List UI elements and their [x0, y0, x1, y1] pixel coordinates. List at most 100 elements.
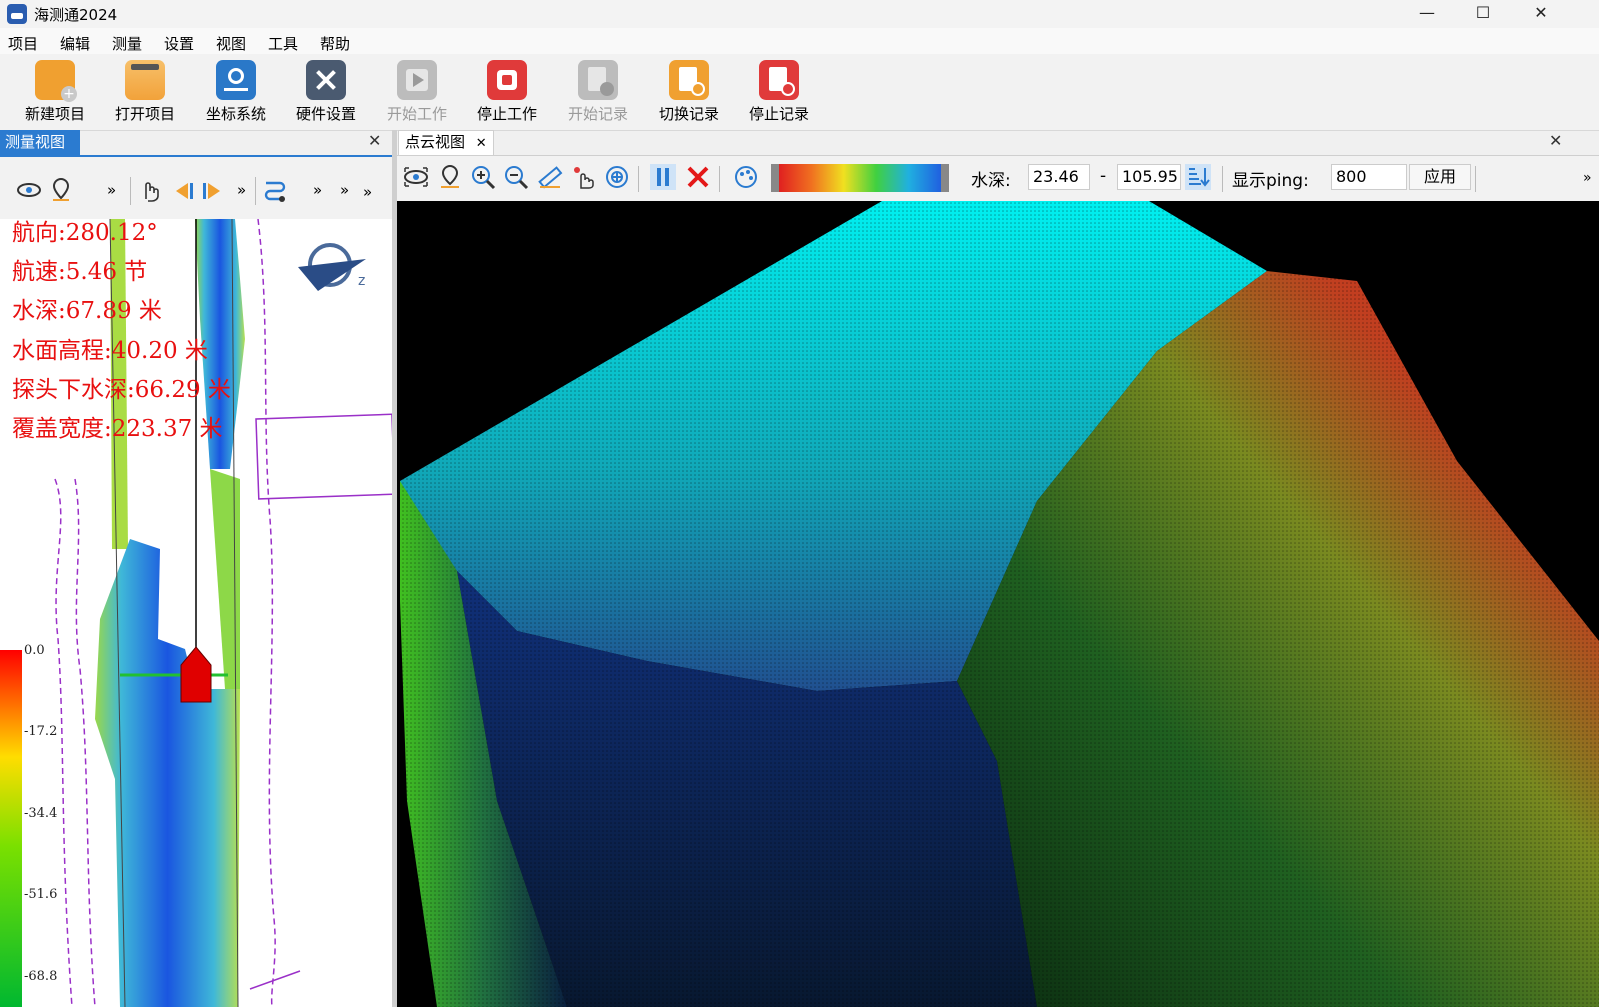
- speed-readout: 航速:5.46 节: [12, 259, 148, 285]
- toolbar-separator: [255, 177, 256, 205]
- tab-point-cloud-view[interactable]: 点云视图 ✕: [398, 130, 494, 155]
- menu-project[interactable]: 项目: [8, 33, 38, 54]
- open-project-label: 打开项目: [114, 105, 175, 123]
- location-pin-icon[interactable]: [50, 177, 72, 203]
- switch-record-icon: [669, 60, 709, 100]
- color-palette-icon[interactable]: [733, 164, 759, 190]
- menu-settings[interactable]: 设置: [164, 33, 194, 54]
- close-tab-icon[interactable]: ✕: [476, 136, 487, 151]
- switch-record-label: 切换记录: [658, 105, 719, 123]
- pause-icon[interactable]: [650, 164, 676, 190]
- toolbar-overflow-3[interactable]: »: [313, 181, 322, 199]
- switch-record-button[interactable]: 切换记录: [649, 60, 729, 124]
- toolbar-overflow[interactable]: »: [1583, 170, 1592, 186]
- stop-work-button[interactable]: 停止工作: [467, 60, 547, 124]
- menu-measure[interactable]: 测量: [112, 33, 142, 54]
- center-target-icon[interactable]: [604, 164, 630, 190]
- depth-range-dash: -: [1100, 166, 1107, 186]
- menu-help[interactable]: 帮助: [320, 33, 350, 54]
- tab-survey-view[interactable]: 测量视图: [0, 130, 80, 155]
- depth-readout: 水深:67.89 米: [12, 298, 162, 324]
- stop-work-label: 停止工作: [476, 105, 537, 123]
- ping-count-input[interactable]: 800: [1331, 164, 1407, 190]
- depth-max-input[interactable]: 105.95: [1117, 164, 1181, 190]
- main-toolbar: + 新建项目 打开项目 坐标系统 硬件设置 开始工作 停止工作 开始记录 切换记…: [0, 54, 1599, 131]
- previous-icon[interactable]: [170, 179, 194, 203]
- coordinate-system-icon: [216, 60, 256, 100]
- clear-x-icon[interactable]: [685, 164, 711, 190]
- new-project-button[interactable]: + 新建项目: [15, 60, 95, 124]
- pan-hand-icon[interactable]: [138, 177, 160, 203]
- start-record-label: 开始记录: [567, 105, 628, 123]
- coordinate-system-label: 坐标系统: [205, 105, 266, 123]
- hardware-settings-icon: [306, 60, 346, 100]
- sort-depth-icon[interactable]: [1185, 164, 1211, 190]
- stop-record-button[interactable]: 停止记录: [739, 60, 819, 124]
- new-project-label: 新建项目: [24, 105, 85, 123]
- survey-view-toolbar: » » » » »: [0, 157, 392, 219]
- next-icon[interactable]: [202, 179, 226, 203]
- zoom-in-icon[interactable]: [470, 164, 496, 190]
- stop-work-icon: [487, 60, 527, 100]
- legend-tick-label: 0.0: [24, 643, 45, 658]
- menu-tools[interactable]: 工具: [268, 33, 298, 54]
- start-record-icon: [578, 60, 618, 100]
- apply-button[interactable]: 应用: [1409, 164, 1471, 190]
- svg-text:z: z: [358, 273, 365, 289]
- point-cloud-render: [397, 201, 1599, 1007]
- ping-label: 显示ping:: [1232, 171, 1309, 191]
- legend-tick-label: -68.8: [24, 969, 58, 984]
- start-record-button[interactable]: 开始记录: [558, 60, 638, 124]
- close-window-button[interactable]: ✕: [1513, 0, 1569, 28]
- close-point-cloud-panel-button[interactable]: ✕: [1549, 131, 1562, 150]
- window-title: 海测通2024: [34, 6, 118, 24]
- toolbar-overflow-5[interactable]: »: [363, 183, 372, 201]
- close-survey-view-button[interactable]: ✕: [368, 131, 381, 150]
- toolbar-overflow-1[interactable]: »: [107, 181, 116, 199]
- title-bar: 海测通2024 — ☐ ✕: [0, 0, 1599, 28]
- eye-icon[interactable]: [16, 179, 42, 201]
- toolbar-separator: [1222, 166, 1223, 192]
- legend-tick-label: -17.2: [24, 724, 58, 739]
- toolbar-separator: [130, 177, 131, 205]
- start-work-button[interactable]: 开始工作: [377, 60, 457, 124]
- select-point-icon[interactable]: [571, 164, 597, 190]
- depth-below-transducer-readout: 探头下水深:66.29 米: [12, 377, 231, 403]
- depth-range-label: 水深:: [971, 171, 1011, 191]
- location-pin-icon[interactable]: [437, 164, 463, 190]
- toolbar-separator: [1475, 166, 1476, 192]
- toolbar-overflow-4[interactable]: »: [340, 181, 349, 199]
- open-project-button[interactable]: 打开项目: [105, 60, 185, 124]
- new-project-icon: +: [35, 60, 77, 102]
- toolbar-separator: [638, 166, 639, 192]
- menu-view[interactable]: 视图: [216, 33, 246, 54]
- water-surface-elevation-readout: 水面高程:40.20 米: [12, 338, 208, 364]
- menu-edit[interactable]: 编辑: [60, 33, 90, 54]
- stop-record-icon: [759, 60, 799, 100]
- maximize-button[interactable]: ☐: [1455, 0, 1511, 28]
- legend-tick-label: -51.6: [24, 887, 58, 902]
- point-cloud-3d-viewport[interactable]: [397, 201, 1599, 1007]
- stop-record-label: 停止记录: [748, 105, 809, 123]
- start-work-icon: [397, 60, 437, 100]
- track-route-icon[interactable]: [262, 177, 288, 203]
- depth-min-input[interactable]: 23.46: [1028, 164, 1090, 190]
- zoom-out-icon[interactable]: [503, 164, 529, 190]
- app-logo-icon: [7, 4, 27, 24]
- toolbar-overflow-2[interactable]: »: [237, 181, 246, 199]
- survey-map-canvas[interactable]: z 航向:280.12° 航速:5.46 节 水深:67.89 米 水面高程:4…: [0, 219, 392, 1007]
- hardware-settings-button[interactable]: 硬件设置: [286, 60, 366, 124]
- legend-tick-label: -34.4: [24, 806, 58, 821]
- coordinate-system-button[interactable]: 坐标系统: [196, 60, 276, 124]
- open-folder-icon: [125, 60, 165, 100]
- tab-point-cloud-label: 点云视图: [405, 133, 466, 151]
- point-cloud-toolbar: 水深: 23.46 - 105.95 显示ping: 800 应用 »: [397, 155, 1599, 202]
- measure-ruler-icon[interactable]: [537, 164, 563, 190]
- minimize-button[interactable]: —: [1399, 0, 1455, 28]
- start-work-label: 开始工作: [386, 105, 447, 123]
- compass-north-arrow-icon: z: [298, 243, 366, 291]
- coverage-width-readout: 覆盖宽度:223.37 米: [12, 416, 223, 442]
- hardware-settings-label: 硬件设置: [295, 105, 356, 123]
- view-eye-icon[interactable]: [403, 164, 429, 190]
- depth-color-scale[interactable]: [771, 164, 949, 192]
